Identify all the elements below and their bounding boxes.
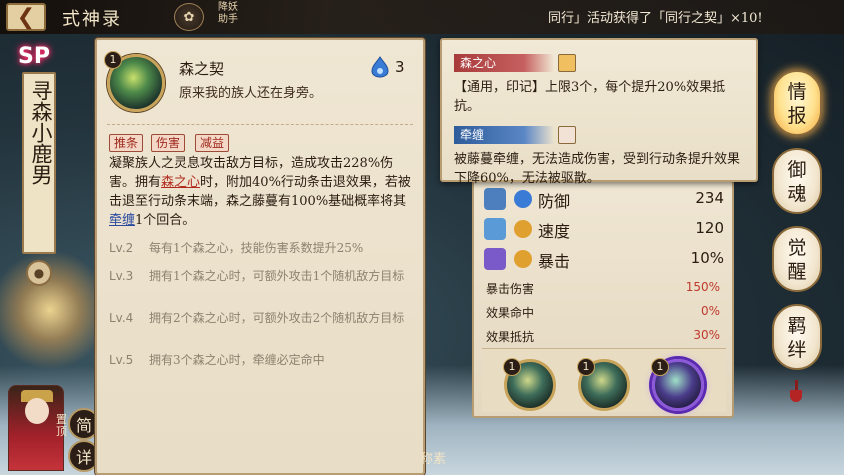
substat-value: 30%: [693, 328, 720, 342]
skill-slots: 1 1 1: [482, 348, 726, 412]
nav-char: 羁: [787, 315, 807, 337]
tag-push: 推条: [109, 134, 144, 152]
nav-soul-button[interactable]: 御 魂: [772, 148, 822, 214]
skill-slot[interactable]: 1: [577, 358, 630, 411]
slot-level-badge: 1: [577, 358, 595, 376]
slot-level-badge: 1: [651, 358, 669, 376]
stat-row-defense: 防御 234: [484, 184, 728, 214]
shikigami-name: 寻森小鹿男: [29, 80, 53, 185]
slot-level-badge: 1: [503, 358, 521, 376]
substat-name: 效果抵抗: [486, 330, 535, 344]
top-bar: ❮ 式神录 ✿ 降妖助手 同行」活动获得了「同行之契」×10!: [0, 0, 844, 34]
tag-debuff: 减益: [195, 134, 230, 152]
crit-icon: [484, 248, 506, 270]
nav-char: 醒: [787, 261, 807, 283]
skill-name: 森之契: [179, 60, 225, 78]
level-label: Lv.2: [109, 241, 134, 255]
level-text: 拥有3个森之心时，牵缠必定命中: [149, 353, 325, 367]
skill-cost: 3: [395, 58, 405, 76]
name-scroll: 寻森小鹿男: [22, 72, 56, 254]
stat-name: 速度: [538, 222, 571, 241]
level-row: Lv.5 拥有3个森之心时，牵缠必定命中: [109, 352, 415, 370]
level-text: 每有1个森之心，技能伤害系数提升25%: [149, 241, 364, 255]
skill-icon: 1: [104, 51, 165, 112]
substat-name: 暴击伤害: [486, 282, 535, 296]
flame-buff-icon: [558, 54, 576, 72]
skill-panel: 1 森之契 原来我的族人还在身旁。 3 推条 伤害 减益 凝聚族人之灵息攻击敌方…: [95, 38, 425, 475]
keyword-tooltip: 森之心 【通用，印记】上限3个，每个提升20%效果抵抗。 牵缠 被藤蔓牵缠，无法…: [440, 38, 758, 186]
right-nav: 情 报 御 魂 觉 醒 羁 绊: [766, 58, 830, 388]
stat-row-speed: 速度 120: [484, 214, 728, 244]
activity-notice: 同行」活动获得了「同行之契」×10!: [548, 11, 763, 26]
helper-button[interactable]: 降妖助手: [214, 2, 242, 26]
rank-s-icon: [514, 220, 532, 238]
tooltip-text: 被藤蔓牵缠，无法造成伤害，受到行动条提升效果下降60%，无法被驱散。: [454, 152, 741, 186]
pin-label: 置顶: [56, 413, 67, 438]
substat-row: 效果抵抗 30%: [486, 328, 726, 350]
nav-bond-button[interactable]: 羁 绊: [772, 304, 822, 370]
avatar-face: [25, 398, 49, 424]
level-label: Lv.5: [109, 353, 134, 367]
keyword-forest-heart[interactable]: 森之心: [161, 175, 200, 190]
level-row: Lv.3 拥有1个森之心时，可额外攻击1个随机敌方目标: [109, 268, 415, 302]
substat-value: 0%: [700, 304, 720, 318]
skill-description: 凝聚族人之灵息攻击敌方目标，造成攻击228%伤害。拥有森之心时，附加40%行动条…: [109, 154, 415, 230]
skill-slot-selected[interactable]: 1: [651, 358, 704, 411]
shikigami-tab[interactable]: SP 寻森小鹿男 ●: [4, 40, 62, 286]
level-text: 拥有2个森之心时，可额外攻击2个随机敌方目标: [149, 311, 405, 325]
summon-icon[interactable]: ✿: [174, 3, 204, 31]
skill-level-badge: 1: [104, 51, 122, 69]
lock-icon[interactable]: ●: [26, 260, 52, 286]
onmyoji-orb-icon: [371, 56, 389, 78]
stat-value: 120: [695, 219, 724, 237]
bind-debuff-icon: [558, 126, 576, 144]
skill-slot[interactable]: 1: [503, 358, 556, 411]
tooltip-text: 【通用，印记】上限3个，每个提升20%效果抵抗。: [454, 80, 726, 114]
rank-s-icon: [514, 250, 532, 268]
nav-char: 情: [787, 81, 807, 103]
level-label: Lv.3: [109, 269, 134, 283]
stat-row-crit: 暴击 10%: [484, 244, 728, 274]
speed-icon: [484, 218, 506, 240]
stat-name: 防御: [538, 192, 571, 211]
stat-name: 暴击: [538, 252, 571, 271]
shield-icon: [484, 188, 506, 210]
nav-info-button[interactable]: 情 报: [772, 70, 822, 136]
nav-char: 觉: [787, 237, 807, 259]
stats-panel: 防御 234 速度 120 暴击 10% 暴击伤害 150% 效果命中 0% 效…: [472, 180, 734, 418]
substat-row: 暴击伤害 150%: [486, 280, 726, 302]
substat-row: 效果命中 0%: [486, 304, 726, 326]
rank-s-icon: [514, 190, 532, 208]
level-row: Lv.4 拥有2个森之心时，可额外攻击2个随机敌方目标: [109, 310, 415, 344]
nav-char: 魂: [787, 183, 807, 205]
stat-value: 234: [695, 189, 724, 207]
back-button[interactable]: ❮: [6, 3, 46, 31]
nav-awaken-button[interactable]: 觉 醒: [772, 226, 822, 292]
divider: [107, 124, 413, 125]
nav-char: 报: [787, 105, 807, 127]
substat-name: 效果命中: [486, 306, 535, 320]
level-text: 拥有1个森之心时，可额外攻击1个随机敌方目标: [149, 269, 405, 283]
tag-damage: 伤害: [151, 134, 186, 152]
lantern-tassel: [790, 390, 802, 402]
bottom-partial-text: 称素: [420, 452, 447, 467]
substat-value: 150%: [685, 280, 720, 294]
sp-badge: SP: [18, 44, 50, 69]
desc-text: 1个回合。: [135, 213, 196, 228]
page-title: 式神录: [62, 9, 122, 30]
nav-char: 御: [787, 159, 807, 181]
level-label: Lv.4: [109, 311, 134, 325]
skill-quote: 原来我的族人还在身旁。: [179, 86, 323, 101]
keyword-bind[interactable]: 牵缠: [109, 213, 135, 228]
stat-value: 10%: [690, 249, 724, 267]
tooltip-heading: 牵缠: [454, 126, 554, 144]
level-row: Lv.2 每有1个森之心，技能伤害系数提升25%: [109, 240, 415, 258]
nav-char: 绊: [787, 339, 807, 361]
tooltip-heading: 森之心: [454, 54, 554, 72]
